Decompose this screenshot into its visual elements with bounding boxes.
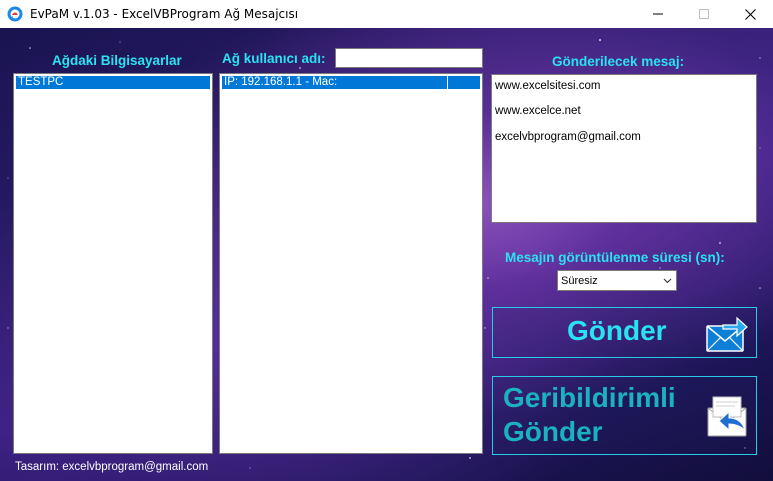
minimize-icon <box>653 13 663 15</box>
send-with-feedback-button[interactable]: Geribildirimli Gönder <box>492 376 757 455</box>
duration-select[interactable]: Süresiz <box>557 270 677 291</box>
app-logo-icon <box>7 6 23 22</box>
duration-selected-value: Süresiz <box>561 275 598 287</box>
close-button[interactable] <box>727 0 773 28</box>
footer-credit: Tasarım: excelvbprogram@gmail.com <box>15 461 209 473</box>
send-button[interactable]: Gönder <box>492 307 757 358</box>
window-title: EvPaM v.1.03 - ExcelVBProgram Ağ Mesajcı… <box>30 7 299 21</box>
message-line-3: excelvbprogram@gmail.com <box>495 131 641 143</box>
minimize-button[interactable] <box>635 0 681 28</box>
network-users-list[interactable]: IP: 192.168.1.1 - Mac: <box>219 73 483 454</box>
message-line-2: www.excelce.net <box>495 105 581 117</box>
message-header: Gönderilecek mesaj: <box>552 54 685 69</box>
list-item[interactable]: IP: 192.168.1.1 - Mac: <box>222 76 447 89</box>
send-feedback-label-line1: Geribildirimli <box>503 382 676 413</box>
network-username-input[interactable] <box>335 48 483 68</box>
chevron-down-icon <box>663 278 672 284</box>
close-icon <box>744 8 756 20</box>
computers-header: Ağdaki Bilgisayarlar <box>52 53 182 68</box>
send-button-label: Gönder <box>567 315 667 346</box>
list-item-selection-tail <box>448 76 480 89</box>
list-item[interactable]: TESTPC <box>16 76 210 89</box>
maximize-icon <box>699 9 709 19</box>
send-mail-icon <box>706 316 748 352</box>
duration-label: Mesajın görüntülenme süresi (sn): <box>505 250 725 265</box>
computers-list[interactable]: TESTPC <box>13 73 213 454</box>
reply-mail-icon <box>707 396 747 437</box>
main-panel: Ağdaki Bilgisayarlar TESTPC Ağ kullanıcı… <box>0 28 773 481</box>
maximize-button[interactable] <box>681 0 727 28</box>
title-bar[interactable]: EvPaM v.1.03 - ExcelVBProgram Ağ Mesajcı… <box>0 0 773 28</box>
send-feedback-label-line2: Gönder <box>503 416 603 447</box>
network-username-label: Ağ kullanıcı adı: <box>222 51 326 66</box>
message-textarea[interactable]: www.excelsitesi.com www.excelce.net exce… <box>491 74 757 223</box>
message-line-1: www.excelsitesi.com <box>495 80 601 92</box>
